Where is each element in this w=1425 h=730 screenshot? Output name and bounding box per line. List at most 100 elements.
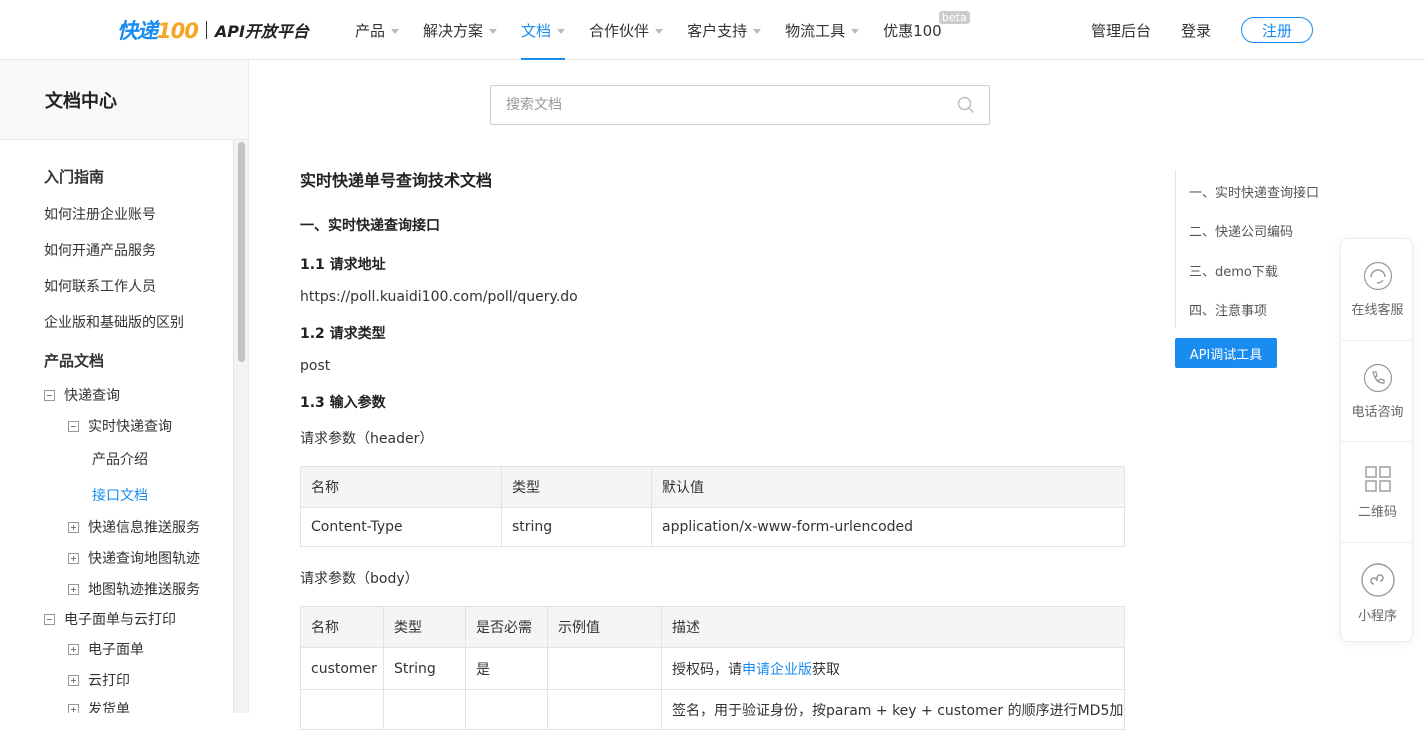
logo[interactable]: 快递100 API开放平台 — [117, 17, 309, 43]
sidebar-item[interactable]: 产品文档 — [44, 350, 104, 371]
sidebar-item[interactable]: 入门指南 — [44, 166, 104, 187]
nav-label: 解决方案 — [423, 21, 484, 40]
sidebar-item-label: 接口文档 — [92, 488, 148, 504]
desc-text: 获取 — [812, 661, 840, 678]
float-label: 在线客服 — [1351, 303, 1404, 318]
table-header-cell: 名称 — [300, 606, 384, 648]
header-params-table: 名称 类型 默认值 Content-Type string applicatio… — [300, 466, 1125, 547]
desc-text: 授权码，请 — [672, 661, 742, 678]
sidebar-item[interactable]: 企业版和基础版的区别 — [44, 312, 184, 332]
sidebar-scrollbar[interactable] — [233, 140, 248, 713]
online-service-button[interactable]: 在线客服 — [1341, 239, 1414, 340]
collapse-icon[interactable] — [44, 614, 55, 625]
section-heading: 一、实时快递查询接口 — [300, 218, 440, 234]
sidebar-item[interactable]: 电子面单与云打印 — [44, 609, 176, 629]
api-debug-tool-button[interactable]: API调试工具 — [1175, 338, 1277, 368]
nav-label: 合作伙伴 — [589, 21, 650, 40]
nav-label: 优惠100 — [883, 21, 942, 40]
table-row: customer String 是 授权码，请申请企业版获取 — [300, 647, 1125, 690]
register-button[interactable]: 注册 — [1241, 17, 1313, 43]
admin-link[interactable]: 管理后台 — [1091, 20, 1151, 41]
search-icon[interactable] — [957, 96, 975, 114]
table-header-cell: 类型 — [383, 606, 466, 648]
qrcode-button[interactable]: 二维码 — [1341, 441, 1414, 542]
expand-icon[interactable] — [68, 584, 79, 595]
nav-item[interactable]: 物流工具 — [785, 0, 860, 60]
expand-icon[interactable] — [68, 704, 79, 713]
table-row: Content-Type string application/x-www-fo… — [300, 507, 1125, 547]
nav-item[interactable]: 合作伙伴 — [589, 0, 664, 60]
table-cell: 签名，用于验证身份，按param + key + customer 的顺序进行M… — [661, 689, 1125, 730]
toc-item[interactable]: 三、demo下载 — [1189, 261, 1278, 280]
sidebar-item-label: 地图轨迹推送服务 — [88, 582, 200, 598]
table-header-cell: 描述 — [661, 606, 1125, 648]
headset-icon — [1363, 261, 1392, 291]
doc-title: 实时快递单号查询技术文档 — [300, 171, 493, 190]
nav-item[interactable]: 产品 — [355, 0, 400, 60]
table-header-cell: 示例值 — [547, 606, 662, 648]
header-params-label: 请求参数（header） — [300, 431, 434, 447]
sidebar-item-label: 云打印 — [88, 673, 130, 689]
logo-divider — [205, 21, 207, 39]
sidebar-item-label: 快递查询地图轨迹 — [88, 551, 200, 567]
sidebar-item-label: 产品介绍 — [92, 452, 148, 468]
chevron-down-icon — [557, 28, 566, 34]
sidebar-item[interactable]: 快递查询 — [44, 385, 120, 405]
float-label: 二维码 — [1357, 504, 1397, 520]
sidebar-item-label: 实时快递查询 — [88, 419, 172, 435]
expand-icon[interactable] — [68, 522, 79, 533]
toc-item[interactable]: 四、注意事项 — [1189, 300, 1267, 319]
sidebar-item[interactable]: 产品介绍 — [92, 449, 148, 469]
sidebar-item-label: 快递信息推送服务 — [88, 520, 200, 536]
phone-icon — [1363, 363, 1392, 392]
miniprogram-icon — [1360, 562, 1395, 597]
nav-item[interactable]: 客户支持 — [687, 0, 762, 60]
sidebar-item[interactable]: 电子面单 — [68, 639, 144, 659]
miniprogram-button[interactable]: 小程序 — [1341, 542, 1414, 643]
table-cell: customer — [300, 647, 384, 690]
toc-item[interactable]: 一、实时快递查询接口 — [1189, 182, 1319, 201]
sidebar-item[interactable]: 快递信息推送服务 — [68, 517, 200, 537]
body-params-table: 名称 类型 是否必需 示例值 描述 customer String 是 授权码，… — [300, 606, 1125, 730]
sidebar-item-label: 企业版和基础版的区别 — [44, 315, 184, 331]
login-link[interactable]: 登录 — [1181, 20, 1211, 41]
sidebar-item-label: 如何注册企业账号 — [44, 207, 156, 223]
beta-badge: beta — [938, 11, 970, 24]
phone-consult-button[interactable]: 电话咨询 — [1341, 340, 1414, 441]
chevron-down-icon — [655, 28, 664, 34]
collapse-icon[interactable] — [68, 421, 79, 432]
sidebar-item[interactable]: 地图轨迹推送服务 — [68, 579, 200, 599]
sidebar-item-label: 如何开通产品服务 — [44, 243, 156, 259]
sidebar-item[interactable]: 如何注册企业账号 — [44, 204, 156, 224]
nav-item[interactable]: 文档 — [521, 0, 566, 60]
expand-icon[interactable] — [68, 644, 79, 655]
table-of-contents: 一、实时快递查询接口 二、快递公司编码 三、demo下载 四、注意事项 — [1175, 170, 1335, 328]
expand-icon[interactable] — [68, 675, 79, 686]
nav-item[interactable]: 优惠100 beta — [883, 0, 970, 60]
table-row: 签名，用于验证身份，按param + key + customer 的顺序进行M… — [300, 689, 1125, 730]
table-cell: string — [501, 507, 652, 547]
collapse-icon[interactable] — [44, 390, 55, 401]
sidebar-item[interactable]: 发货单 — [68, 699, 130, 713]
table-cell: String — [383, 647, 466, 690]
sidebar-item[interactable]: 快递查询地图轨迹 — [68, 548, 200, 568]
table-cell: 是 — [465, 647, 548, 690]
nav-label: 物流工具 — [785, 21, 846, 40]
toc-item[interactable]: 二、快递公司编码 — [1189, 221, 1293, 240]
sidebar-item-label: 如何联系工作人员 — [44, 279, 156, 295]
sidebar-item[interactable]: 如何联系工作人员 — [44, 276, 156, 296]
apply-enterprise-link[interactable]: 申请企业版 — [742, 662, 812, 678]
expand-icon[interactable] — [68, 553, 79, 564]
qrcode-icon — [1364, 465, 1391, 492]
sidebar-item-label: 快递查询 — [64, 388, 120, 404]
sidebar-item[interactable]: 接口文档 — [92, 485, 148, 505]
nav-item[interactable]: 解决方案 — [423, 0, 498, 60]
scrollbar-thumb[interactable] — [238, 142, 245, 362]
sidebar-item[interactable]: 实时快递查询 — [68, 416, 172, 436]
table-header-cell: 默认值 — [651, 466, 1125, 508]
sidebar-item[interactable]: 云打印 — [68, 670, 130, 690]
chevron-down-icon — [753, 28, 762, 34]
search-input[interactable] — [491, 86, 931, 124]
sidebar-item-label: 电子面单与云打印 — [64, 612, 176, 628]
sidebar-item[interactable]: 如何开通产品服务 — [44, 240, 156, 260]
